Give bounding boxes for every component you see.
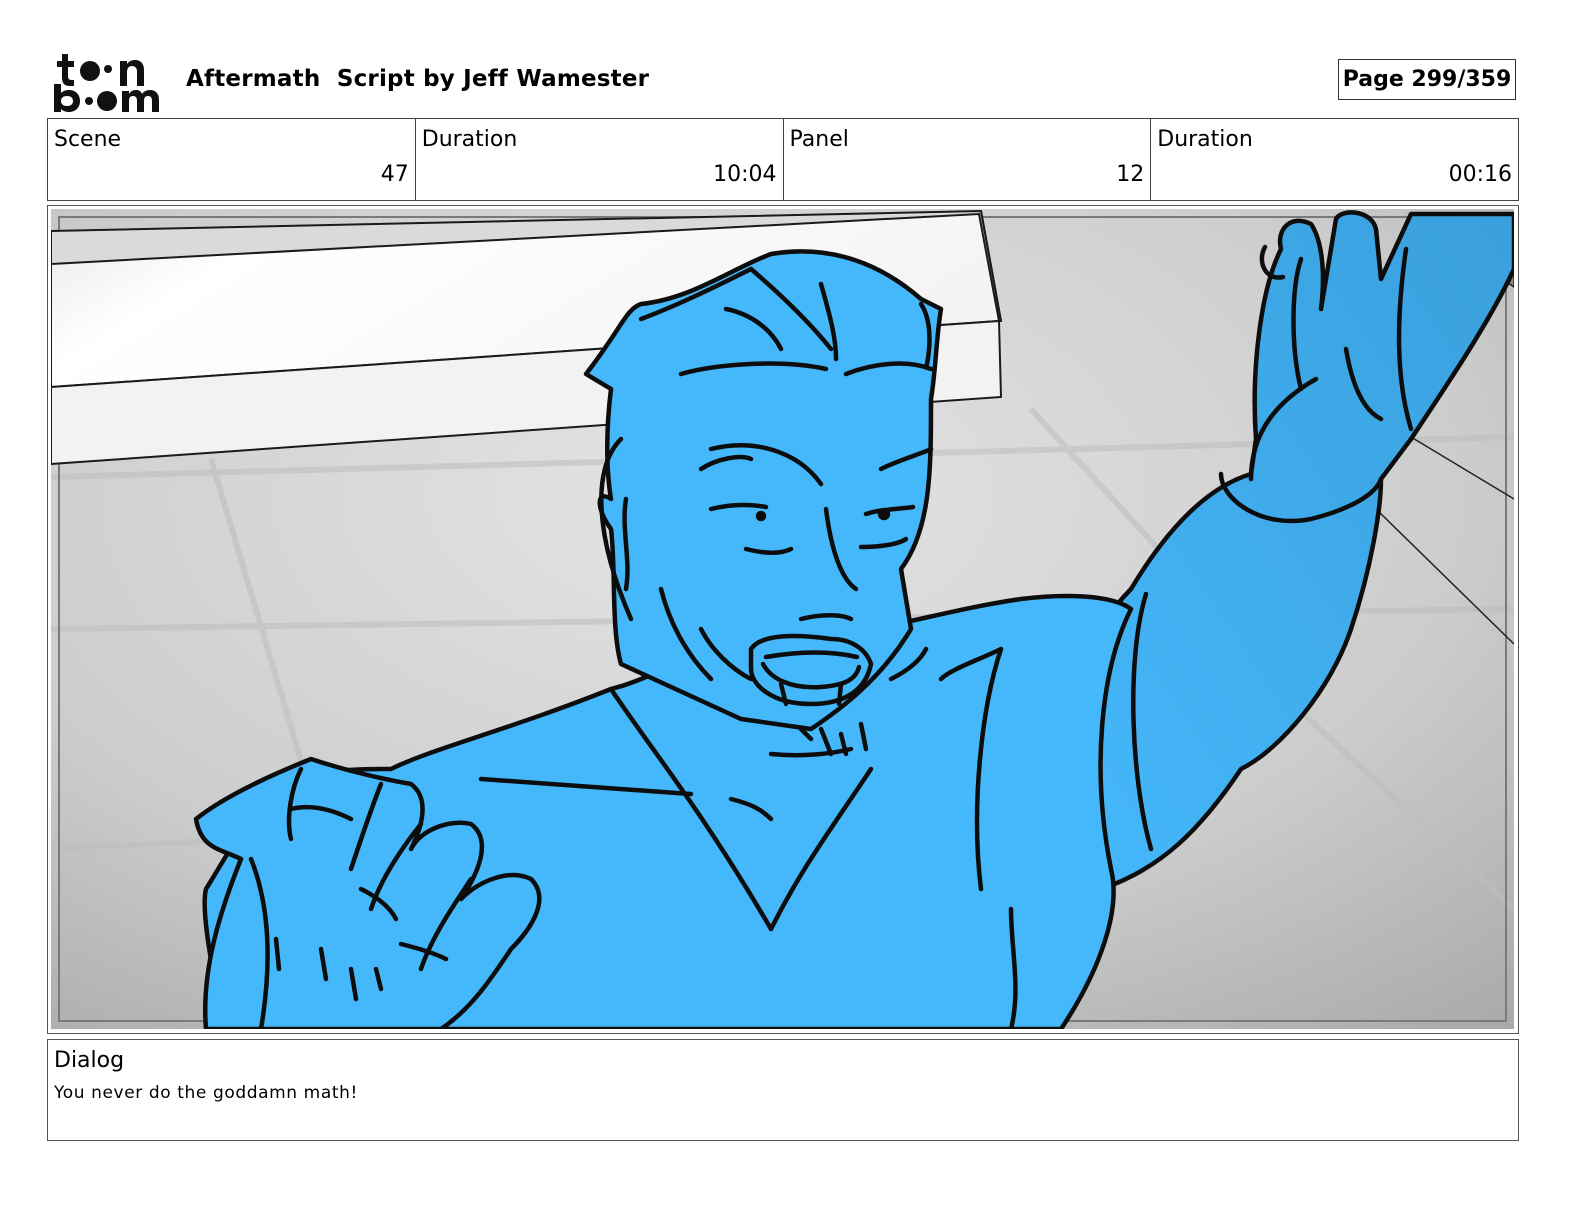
panel-duration-cell: Duration 00:16 (1151, 119, 1518, 200)
panel-cell: Panel 12 (784, 119, 1152, 200)
panel-value: 12 (1116, 162, 1145, 187)
page-number: Page 299/359 (1338, 59, 1516, 100)
scene-duration-label: Duration (421, 127, 518, 152)
scene-duration-value: 10:04 (713, 162, 777, 187)
scene-cell: Scene 47 (48, 119, 416, 200)
panel-label: Panel (789, 127, 849, 152)
panel-duration-value: 00:16 (1448, 162, 1512, 187)
scene-info-table: Scene 47 Duration 10:04 Panel 12 Duratio… (47, 118, 1519, 201)
scene-label: Scene (54, 127, 122, 152)
document-title: Aftermath Script by Jeff Wamester (186, 66, 650, 92)
panel-drawing (51, 209, 1514, 1029)
scene-duration-cell: Duration 10:04 (416, 119, 784, 200)
dialog-box: Dialog You never do the goddamn math! (47, 1039, 1519, 1141)
dialog-label: Dialog (54, 1048, 125, 1073)
storyboard-panel (47, 205, 1519, 1034)
scene-value: 47 (380, 162, 409, 187)
dialog-text: You never do the goddamn math! (54, 1083, 358, 1103)
panel-duration-label: Duration (1157, 127, 1253, 152)
toon-boom-logo (54, 54, 159, 112)
